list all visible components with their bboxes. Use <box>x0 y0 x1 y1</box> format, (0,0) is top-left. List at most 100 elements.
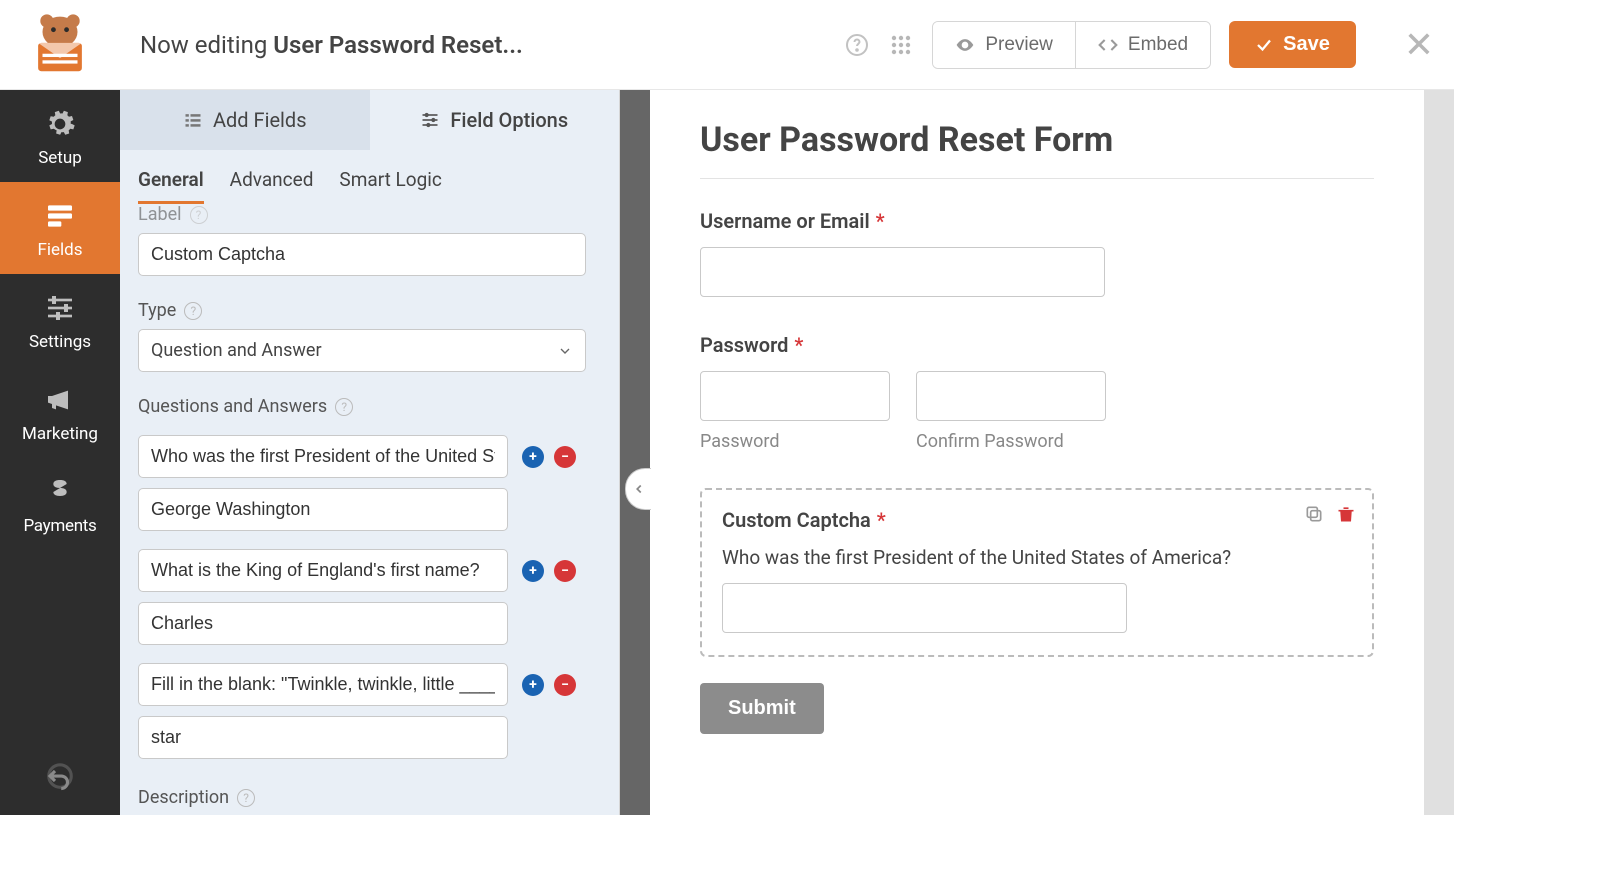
username-input[interactable] <box>700 247 1105 297</box>
subtab-advanced[interactable]: Advanced <box>230 162 314 204</box>
preview-button[interactable]: Preview <box>933 22 1075 68</box>
nav-setup-label: Setup <box>38 148 82 168</box>
nav-fields[interactable]: Fields <box>0 182 120 274</box>
remove-question-button[interactable]: − <box>554 674 576 696</box>
description-heading: Description <box>138 787 229 808</box>
answer-input[interactable] <box>138 602 508 645</box>
undo-icon <box>45 761 75 791</box>
nav-payments[interactable]: Payments <box>0 458 120 550</box>
panel-tabs: Add Fields Field Options <box>120 90 619 150</box>
question-input[interactable] <box>138 435 508 478</box>
panel-subtabs: General Advanced Smart Logic <box>120 150 619 204</box>
form-icon <box>44 200 76 232</box>
add-question-button[interactable]: + <box>522 674 544 696</box>
answer-input[interactable] <box>138 488 508 531</box>
apps-grid-icon[interactable] <box>888 32 914 58</box>
form-preview-canvas: User Password Reset Form Username or Ema… <box>650 90 1424 815</box>
tab-field-options-label: Field Options <box>450 108 568 132</box>
topbar: Now editing User Password Reset... Previ… <box>0 0 1454 90</box>
scrollbar-track[interactable] <box>1424 90 1454 815</box>
nav-settings[interactable]: Settings <box>0 274 120 366</box>
list-icon <box>183 110 203 130</box>
help-icon[interactable]: ? <box>237 789 255 807</box>
chevron-left-icon <box>632 482 646 496</box>
divider <box>700 178 1374 179</box>
topbar-actions: Preview Embed Save ✕ <box>844 21 1434 69</box>
preview-embed-group: Preview Embed <box>932 21 1211 69</box>
eye-icon <box>955 35 975 55</box>
gear-icon <box>44 108 76 140</box>
embed-button[interactable]: Embed <box>1075 22 1210 68</box>
sliders-icon <box>420 110 440 130</box>
form-name: User Password Reset... <box>273 31 523 59</box>
dollar-icon <box>44 476 76 508</box>
form-field-username[interactable]: Username or Email* <box>700 209 1374 297</box>
type-select[interactable]: Question and Answer <box>138 329 586 372</box>
sliders-icon <box>44 292 76 324</box>
submit-button[interactable]: Submit <box>700 683 824 734</box>
type-value: Question and Answer <box>151 340 322 361</box>
required-asterisk: * <box>794 333 803 357</box>
panel-gutter <box>620 90 650 815</box>
subtab-smart-logic[interactable]: Smart Logic <box>339 162 441 204</box>
form-field-password[interactable]: Password* Password Confirm Password <box>700 333 1374 452</box>
qa-pair: + − <box>138 435 601 531</box>
add-question-button[interactable]: + <box>522 560 544 582</box>
undo-button[interactable] <box>0 737 120 815</box>
close-icon[interactable]: ✕ <box>1404 24 1434 66</box>
save-label: Save <box>1283 33 1330 56</box>
trash-icon[interactable] <box>1336 504 1356 524</box>
logo <box>0 10 120 80</box>
question-input[interactable] <box>138 663 508 706</box>
code-icon <box>1098 35 1118 55</box>
subtab-general[interactable]: General <box>138 162 204 204</box>
nav-marketing-label: Marketing <box>22 424 98 444</box>
nav-marketing[interactable]: Marketing <box>0 366 120 458</box>
nav-payments-label: Payments <box>23 516 96 536</box>
nav-fields-label: Fields <box>37 240 82 260</box>
remove-question-button[interactable]: − <box>554 446 576 468</box>
preview-label: Preview <box>985 34 1053 56</box>
remove-question-button[interactable]: − <box>554 560 576 582</box>
sidebar-nav: Setup Fields Settings Marketing Payments <box>0 90 120 815</box>
required-asterisk: * <box>877 508 886 532</box>
tab-add-fields-label: Add Fields <box>213 108 307 132</box>
confirm-password-sublabel: Confirm Password <box>916 431 1106 452</box>
help-icon[interactable]: ? <box>184 302 202 320</box>
password-input[interactable] <box>700 371 890 421</box>
captcha-question: Who was the first President of the Unite… <box>722 546 1352 569</box>
label-heading: Label <box>138 204 182 225</box>
form-field-captcha-selected[interactable]: Custom Captcha* Who was the first Presid… <box>700 488 1374 657</box>
form-title: User Password Reset Form <box>700 120 1374 160</box>
duplicate-icon[interactable] <box>1304 504 1324 524</box>
tab-add-fields[interactable]: Add Fields <box>120 90 370 150</box>
embed-label: Embed <box>1128 34 1188 56</box>
captcha-label: Custom Captcha <box>722 508 871 532</box>
field-label-input[interactable] <box>138 233 586 276</box>
chevron-down-icon <box>557 343 573 359</box>
password-sublabel: Password <box>700 431 890 452</box>
tab-field-options[interactable]: Field Options <box>370 90 620 150</box>
qa-heading: Questions and Answers <box>138 396 327 417</box>
save-button[interactable]: Save <box>1229 21 1356 68</box>
field-options-panel: Add Fields Field Options General Advance… <box>120 90 620 815</box>
captcha-answer-input[interactable] <box>722 583 1127 633</box>
type-heading: Type <box>138 300 176 321</box>
answer-input[interactable] <box>138 716 508 759</box>
help-icon[interactable]: ? <box>190 206 208 224</box>
question-input[interactable] <box>138 549 508 592</box>
help-icon[interactable]: ? <box>335 398 353 416</box>
username-label: Username or Email <box>700 209 870 233</box>
qa-pair: + − <box>138 663 601 759</box>
confirm-password-input[interactable] <box>916 371 1106 421</box>
qa-pair: + − <box>138 549 601 645</box>
nav-settings-label: Settings <box>29 332 91 352</box>
password-label: Password <box>700 333 788 357</box>
add-question-button[interactable]: + <box>522 446 544 468</box>
check-icon <box>1255 36 1273 54</box>
help-icon[interactable] <box>844 32 870 58</box>
collapse-panel-button[interactable] <box>625 468 651 510</box>
editing-prefix: Now editing <box>140 31 267 59</box>
nav-setup[interactable]: Setup <box>0 90 120 182</box>
required-asterisk: * <box>876 209 885 233</box>
